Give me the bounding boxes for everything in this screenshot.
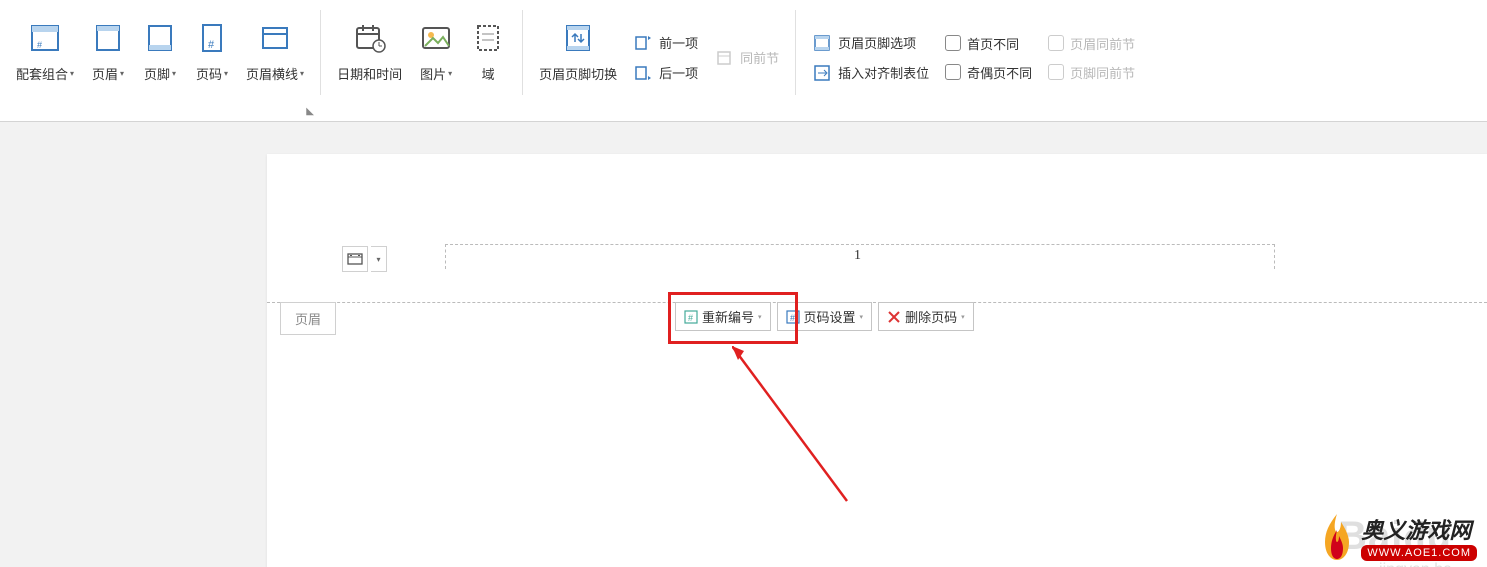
field-button[interactable]: 域	[462, 10, 514, 87]
svg-text:#: #	[688, 313, 693, 323]
chevron-down-icon: ▾	[120, 69, 124, 78]
tab-icon	[812, 63, 832, 83]
pagesetup-icon: #	[786, 310, 800, 324]
watermark-url: jingyan.ba	[1338, 561, 1452, 567]
sameprev-icon	[714, 48, 734, 68]
chevron-down-icon: ▾	[224, 69, 228, 78]
document-page[interactable]: ▾ 1 页眉 # 重新编号 ▾ # 页码设置 ▾ 删除页码 ▾	[267, 154, 1487, 567]
picture-label: 图片	[420, 64, 446, 83]
renumber-button[interactable]: # 重新编号 ▾	[675, 302, 771, 331]
chevron-down-icon: ▾	[860, 313, 864, 321]
pagenum-icon: #	[194, 20, 230, 56]
headerline-icon	[257, 20, 293, 56]
headerline-button[interactable]: 页眉横线▾	[238, 10, 312, 87]
header-option-widget: ▾	[342, 246, 387, 272]
footer-sameprev-label: 页脚同前节	[1070, 63, 1135, 82]
headerline-label: 页眉横线	[246, 64, 298, 83]
page-number-value[interactable]: 1	[854, 248, 861, 264]
watermark-brand: Baidu	[1338, 512, 1452, 559]
prev-label: 前一项	[659, 33, 698, 52]
pagesetup-button[interactable]: # 页码设置 ▾	[777, 302, 873, 331]
prev-section-button[interactable]: 前一项	[631, 31, 700, 55]
checkbox-icon	[945, 35, 961, 51]
sameprev-stack: 同前节	[706, 10, 787, 105]
options-icon	[812, 33, 832, 53]
prev-icon	[633, 33, 653, 53]
svg-text:#: #	[37, 40, 42, 50]
datetime-icon	[352, 20, 388, 56]
ribbon-toolbar: # 配套组合▾ 页眉▾ 页脚▾ # 页码▾ 页眉横线▾	[0, 0, 1487, 122]
header-label: 页眉	[92, 64, 118, 83]
pagesetup-label: 页码设置	[804, 307, 856, 326]
header-icon	[90, 20, 126, 56]
switch-button[interactable]: 页眉页脚切换	[531, 10, 625, 87]
header-tag-label: 页眉	[280, 302, 336, 335]
next-section-button[interactable]: 后一项	[631, 61, 700, 85]
sameprev-hf-stack: 页眉同前节 页脚同前节	[1040, 10, 1143, 105]
chevron-down-icon: ▾	[172, 69, 176, 78]
switch-icon	[560, 20, 596, 56]
chevron-down-icon: ▾	[961, 313, 965, 321]
picture-button[interactable]: 图片▾	[410, 10, 462, 87]
checkbox-icon	[1048, 64, 1064, 80]
chevron-down-icon: ▾	[300, 69, 304, 78]
sameprev-label: 同前节	[740, 48, 779, 67]
preset-combo-button[interactable]: # 配套组合▾	[8, 10, 82, 87]
footer-button[interactable]: 页脚▾	[134, 10, 186, 87]
insert-tab-button[interactable]: 插入对齐制表位	[810, 61, 931, 85]
hf-options-label: 页眉页脚选项	[838, 33, 916, 52]
svg-text:#: #	[208, 39, 215, 51]
datetime-label: 日期和时间	[337, 64, 402, 83]
ribbon-group-navigate: 页眉页脚切换 前一项 后一项 同前节	[523, 0, 795, 121]
pagenum-button[interactable]: # 页码▾	[186, 10, 238, 87]
diff-oddeven-checkbox[interactable]: 奇偶页不同	[943, 61, 1034, 84]
options-stack: 页眉页脚选项 插入对齐制表位	[804, 10, 937, 105]
switch-label: 页眉页脚切换	[539, 64, 617, 83]
chevron-down-icon: ▾	[70, 69, 74, 78]
hf-options-button[interactable]: 页眉页脚选项	[810, 31, 931, 55]
workspace: ▾ 1 页眉 # 重新编号 ▾ # 页码设置 ▾ 删除页码 ▾	[0, 122, 1487, 567]
footer-label: 页脚	[144, 64, 170, 83]
header-layout-button[interactable]	[342, 246, 368, 272]
preset-combo-icon: #	[27, 20, 63, 56]
insert-tab-label: 插入对齐制表位	[838, 63, 929, 82]
ribbon-group-insert: 日期和时间 图片▾ 域	[321, 0, 522, 121]
dialog-launcher-icon[interactable]: ◢	[305, 108, 316, 116]
chevron-down-icon: ▾	[448, 69, 452, 78]
renumber-icon: #	[684, 310, 698, 324]
chevron-down-icon: ▾	[758, 313, 762, 321]
header-button[interactable]: 页眉▾	[82, 10, 134, 87]
checkbox-icon	[1048, 35, 1064, 51]
diff-stack: 首页不同 奇偶页不同	[937, 10, 1040, 105]
page-number-toolbar: # 重新编号 ▾ # 页码设置 ▾ 删除页码 ▾	[675, 302, 974, 331]
deletepage-label: 删除页码	[905, 307, 957, 326]
diff-first-label: 首页不同	[967, 34, 1019, 53]
watermark: Baidu jingyan.ba	[1338, 512, 1452, 567]
renumber-label: 重新编号	[702, 307, 754, 326]
checkbox-icon	[945, 64, 961, 80]
header-layout-dropdown[interactable]: ▾	[371, 246, 387, 272]
next-icon	[633, 63, 653, 83]
header-sameprev-label: 页眉同前节	[1070, 34, 1135, 53]
preset-combo-label: 配套组合	[16, 64, 68, 83]
pagenum-label: 页码	[196, 64, 222, 83]
header-sameprev-checkbox: 页眉同前节	[1046, 32, 1137, 55]
svg-text:#: #	[790, 313, 795, 323]
picture-icon	[418, 20, 454, 56]
footer-sameprev-checkbox: 页脚同前节	[1046, 61, 1137, 84]
ribbon-group-options: 页眉页脚选项 插入对齐制表位 首页不同 奇偶页不同 页眉同前节	[796, 0, 1151, 121]
footer-icon	[142, 20, 178, 56]
delete-icon	[887, 310, 901, 324]
field-label: 域	[482, 64, 495, 83]
sameprev-button: 同前节	[712, 46, 781, 70]
datetime-button[interactable]: 日期和时间	[329, 10, 410, 87]
ribbon-group-headerfooter: # 配套组合▾ 页眉▾ 页脚▾ # 页码▾ 页眉横线▾	[0, 0, 320, 121]
next-label: 后一项	[659, 63, 698, 82]
diff-first-checkbox[interactable]: 首页不同	[943, 32, 1034, 55]
diff-oddeven-label: 奇偶页不同	[967, 63, 1032, 82]
deletepage-button[interactable]: 删除页码 ▾	[878, 302, 974, 331]
annotation-arrow	[732, 346, 872, 516]
nav-stack: 前一项 后一项	[625, 10, 706, 105]
field-icon	[470, 20, 506, 56]
